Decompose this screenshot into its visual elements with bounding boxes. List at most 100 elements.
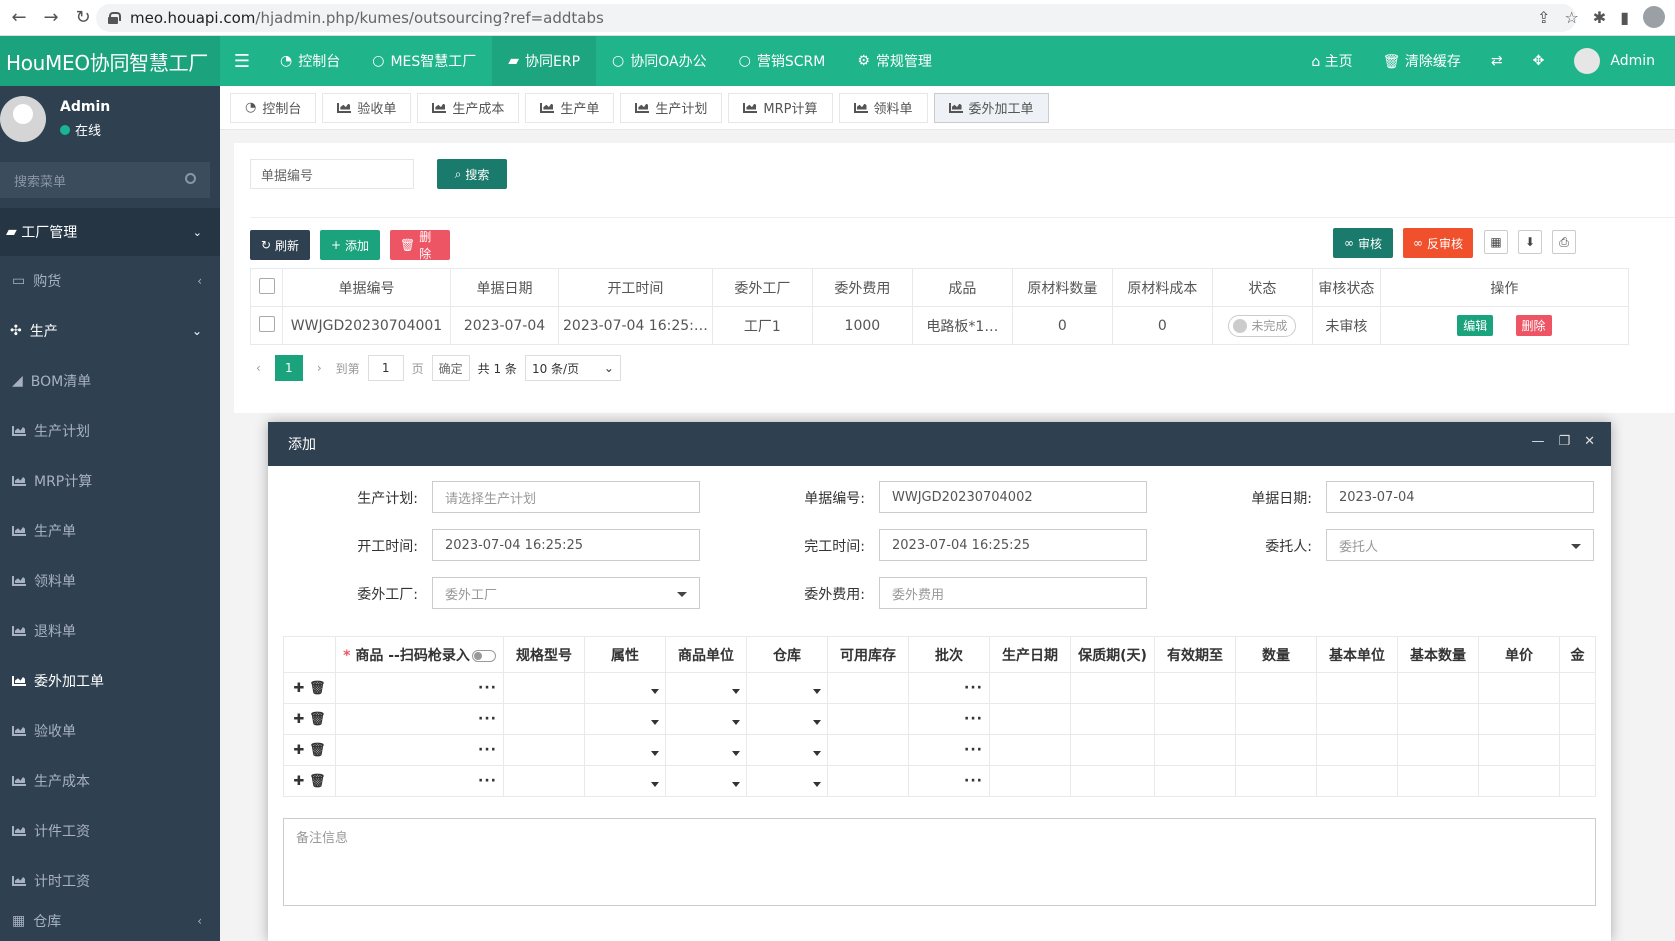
attr-select[interactable] (584, 765, 666, 797)
code-search-input[interactable]: 单据编号 (250, 159, 414, 189)
spec-cell[interactable] (503, 703, 585, 735)
batch-cell[interactable]: ··· (908, 765, 990, 797)
sidebar-item-purchase[interactable]: ▭ 购货 ‹ (0, 256, 220, 306)
input-cell[interactable] (1397, 672, 1479, 704)
warehouse-select[interactable] (746, 703, 828, 735)
fullscreen-icon[interactable]: ✥ (1533, 53, 1545, 69)
fee-input[interactable]: 委外费用 (879, 577, 1147, 609)
scan-toggle[interactable] (471, 649, 496, 662)
export-icon[interactable]: ⬇ (1518, 230, 1542, 254)
column-header[interactable]: 委外费用 (811, 268, 913, 307)
input-cell[interactable] (1559, 703, 1596, 735)
input-cell[interactable] (1478, 765, 1560, 797)
address-bar[interactable]: meo.houapi.com/hjadmin.php/kumes/outsour… (96, 4, 1576, 32)
code-input[interactable]: WWJGD20230704002 (879, 481, 1147, 513)
warehouse-select[interactable] (746, 734, 828, 766)
add-row-icon[interactable]: ✚ (294, 712, 305, 727)
delete-row-icon[interactable]: 🗑 (309, 774, 326, 789)
add-button[interactable]: + 添加 (320, 230, 380, 260)
table-row[interactable]: ✚ 🗑 ··· ··· (283, 672, 1596, 704)
minimize-icon[interactable]: — (1531, 434, 1544, 449)
input-cell[interactable] (1316, 765, 1398, 797)
select-all-checkbox[interactable] (258, 277, 275, 294)
sidebar-item-production-order[interactable]: 生产单 (0, 506, 220, 556)
column-header[interactable]: 状态 (1211, 268, 1313, 307)
input-cell[interactable] (1235, 703, 1317, 735)
remark-textarea[interactable]: 备注信息 (283, 818, 1596, 906)
tab-dashboard[interactable]: ◔ 控制台 (230, 92, 317, 123)
reload-icon[interactable]: ↻ (70, 5, 96, 31)
add-row-icon[interactable]: ✚ (294, 743, 305, 758)
batch-cell[interactable]: ··· (908, 703, 990, 735)
input-cell[interactable] (1478, 734, 1560, 766)
product-cell[interactable]: ··· (335, 672, 504, 704)
share-icon[interactable]: ⇪ (1537, 8, 1550, 27)
attr-select[interactable] (584, 734, 666, 766)
plan-input[interactable]: 请选择生产计划 (432, 481, 700, 513)
top-menu-oa[interactable]: ○ 协同OA办公 (596, 36, 723, 86)
tab-cost[interactable]: 生产成本 (417, 92, 520, 123)
sidebar-search-input[interactable]: 搜索菜单 (0, 162, 210, 198)
unit-select[interactable] (665, 765, 747, 797)
input-cell[interactable] (1154, 765, 1236, 797)
sidebar-item-plan[interactable]: 生产计划 (0, 406, 220, 456)
goto-confirm-button[interactable]: 确定 (431, 355, 470, 381)
unit-select[interactable] (665, 734, 747, 766)
page-input[interactable]: 1 (367, 355, 404, 381)
input-cell[interactable] (1154, 734, 1236, 766)
warehouse-select[interactable] (746, 765, 828, 797)
tab-outsourcing[interactable]: 委外加工单 (933, 92, 1049, 123)
row-edit-button[interactable]: 编辑 (1457, 315, 1494, 336)
input-cell[interactable] (989, 734, 1071, 766)
spec-cell[interactable] (503, 765, 585, 797)
back-icon[interactable]: ← (6, 5, 32, 31)
tab-plan[interactable]: 生产计划 (620, 92, 723, 123)
start-time-input[interactable]: 2023-07-04 16:25:25 (432, 529, 700, 561)
tab-picking[interactable]: 领料单 (838, 92, 928, 123)
input-cell[interactable] (1559, 672, 1596, 704)
row-delete-button[interactable]: 删除 (1515, 315, 1552, 336)
input-cell[interactable] (1070, 703, 1155, 735)
input-cell[interactable] (1235, 765, 1317, 797)
tab-mrp[interactable]: MRP计算 (728, 92, 833, 123)
top-menu-mes[interactable]: ○ MES智慧工厂 (356, 36, 492, 86)
input-cell[interactable] (989, 765, 1071, 797)
status-toggle[interactable]: 未完成 (1228, 314, 1297, 337)
add-row-icon[interactable]: ✚ (294, 681, 305, 696)
profile-icon[interactable] (1643, 6, 1665, 28)
sidebar-group-factory[interactable]: ▰ 工厂管理 ⌄ (0, 208, 220, 256)
per-page-select[interactable]: 10 条/页 ⌄ (524, 355, 621, 381)
audit-button[interactable]: ∞ 审核 (1333, 228, 1393, 258)
table-row[interactable]: WWJGD20230704001 2023-07-04 2023-07-04 1… (250, 306, 1629, 345)
unaudit-button[interactable]: ∞ 反审核 (1403, 228, 1473, 258)
home-link[interactable]: ⌂ 主页 (1311, 51, 1352, 71)
input-cell[interactable] (1235, 672, 1317, 704)
extensions-icon[interactable]: ✱ (1593, 8, 1606, 27)
table-row[interactable]: ✚ 🗑 ··· ··· (283, 765, 1596, 797)
close-icon[interactable]: ✕ (1584, 434, 1595, 449)
unit-select[interactable] (665, 703, 747, 735)
top-menu-dashboard[interactable]: ◔ 控制台 (264, 36, 356, 86)
input-cell[interactable] (1154, 672, 1236, 704)
delete-row-icon[interactable]: 🗑 (309, 743, 326, 758)
table-row[interactable]: ✚ 🗑 ··· ··· (283, 734, 1596, 766)
sidebar-item-time-wage[interactable]: 计时工资 (0, 856, 220, 906)
prev-page-icon[interactable]: ‹ (250, 361, 267, 375)
columns-icon[interactable]: ▦ (1484, 230, 1508, 254)
add-row-icon[interactable]: ✚ (294, 774, 305, 789)
next-page-icon[interactable]: › (311, 361, 328, 375)
input-cell[interactable] (1397, 765, 1479, 797)
hamburger-icon[interactable]: ☰ (220, 51, 264, 72)
attr-select[interactable] (584, 703, 666, 735)
sidebar-item-acceptance[interactable]: 验收单 (0, 706, 220, 756)
input-cell[interactable] (1316, 672, 1398, 704)
input-cell[interactable] (1478, 703, 1560, 735)
input-cell[interactable] (989, 703, 1071, 735)
print-icon[interactable]: ⎙ (1552, 230, 1576, 254)
warehouse-select[interactable] (746, 672, 828, 704)
input-cell[interactable] (1235, 734, 1317, 766)
sidebar-item-production[interactable]: ✣ 生产 ⌄ (0, 306, 220, 356)
column-header[interactable]: 开工时间 (558, 268, 713, 307)
forward-icon[interactable]: → (38, 5, 64, 31)
tab-production-order[interactable]: 生产单 (525, 92, 615, 123)
